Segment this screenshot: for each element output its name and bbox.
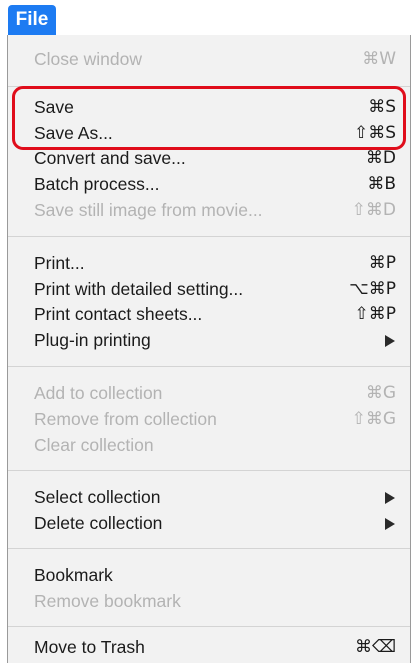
menu-item-shortcut: ⇧⌘D [351,200,396,220]
chevron-right-icon [385,335,395,347]
menu-item-save-still-image[interactable]: Save still image from movie... ⇧⌘D [8,196,410,224]
menu-item-label: Remove from collection [34,409,217,429]
file-menu-title[interactable]: File [8,5,56,35]
menu-item-shortcut: ⇧⌘G [351,409,396,429]
menu-item-shortcut: ⌘B [367,174,396,194]
menu-item-label: Close window [34,49,142,69]
menu-item-batch-process[interactable]: Batch process... ⌘B [8,170,410,198]
menu-item-close-window[interactable]: Close window ⌘W [8,45,410,73]
menu-item-shortcut: ⇧⌘S [353,123,396,143]
menu-item-label: Clear collection [34,435,154,455]
menu-item-shortcut: ⌘D [365,148,396,168]
menu-bar: File [0,0,412,36]
menu-item-label: Add to collection [34,383,163,403]
menu-item-bookmark[interactable]: Bookmark [8,561,410,589]
menu-item-shortcut: ⌘G [365,383,396,403]
menu-item-shortcut: ⌘⌫ [354,637,396,657]
chevron-right-icon [385,518,395,530]
menu-item-label: Print with detailed setting... [34,279,244,299]
chevron-right-icon [385,492,395,504]
menu-item-shortcut: ⌘S [368,97,396,117]
menu-item-label: Remove bookmark [34,591,181,611]
menu-item-label: Save still image from movie... [34,200,263,220]
menu-item-select-collection[interactable]: Select collection [8,483,410,511]
menu-item-label: Save [34,97,74,117]
menu-item-label: Print... [34,253,85,273]
menu-item-shortcut: ⌥⌘P [349,279,396,299]
menu-item-label: Plug-in printing [34,330,151,350]
menu-item-label: Delete collection [34,513,163,533]
menu-item-shortcut: ⌘W [362,49,396,69]
menu-separator [8,86,410,87]
menu-item-print-detailed[interactable]: Print with detailed setting... ⌥⌘P [8,275,410,303]
menu-item-save-as[interactable]: Save As... ⇧⌘S [8,119,410,147]
file-menu-dropdown: Close window ⌘W Save ⌘S Save As... ⇧⌘S C… [7,35,411,663]
menu-separator [8,366,410,367]
menu-item-label: Select collection [34,487,161,507]
menu-item-delete-collection[interactable]: Delete collection [8,509,410,537]
menu-item-print-contact-sheets[interactable]: Print contact sheets... ⇧⌘P [8,300,410,328]
menu-item-move-to-trash[interactable]: Move to Trash ⌘⌫ [8,633,410,661]
menu-item-label: Batch process... [34,174,160,194]
menu-item-label: Save As... [34,123,113,143]
menu-item-save[interactable]: Save ⌘S [8,93,410,121]
menu-separator [8,236,410,237]
menu-item-clear-collection[interactable]: Clear collection [8,431,410,459]
menu-item-label: Print contact sheets... [34,304,203,324]
menu-separator [8,470,410,471]
menu-item-remove-bookmark[interactable]: Remove bookmark [8,587,410,615]
menu-item-plugin-printing[interactable]: Plug-in printing [8,326,410,354]
menu-item-label: Move to Trash [34,637,145,657]
menu-separator [8,548,410,549]
menu-item-shortcut: ⌘P [368,253,396,273]
menu-separator [8,626,410,627]
menu-item-add-to-collection[interactable]: Add to collection ⌘G [8,379,410,407]
menu-item-label: Convert and save... [34,148,186,168]
menu-item-label: Bookmark [34,565,113,585]
menu-item-convert-and-save[interactable]: Convert and save... ⌘D [8,144,410,172]
menu-item-shortcut: ⇧⌘P [354,304,397,324]
menu-item-remove-from-collection[interactable]: Remove from collection ⇧⌘G [8,405,410,433]
menu-item-print[interactable]: Print... ⌘P [8,249,410,277]
